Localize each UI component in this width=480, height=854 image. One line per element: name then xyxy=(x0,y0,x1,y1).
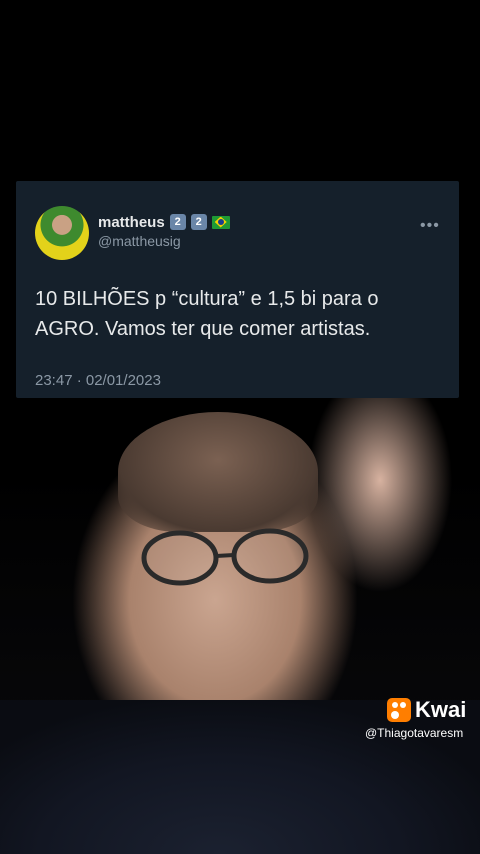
tweet-text: 10 BILHÕES p “cultura” e 1,5 bi para o A… xyxy=(35,288,379,340)
kwai-logo-icon xyxy=(387,698,411,722)
person-shirt xyxy=(0,700,480,854)
user-avatar[interactable] xyxy=(35,206,89,260)
more-dots-icon[interactable]: ••• xyxy=(420,217,440,235)
brazil-flag-icon xyxy=(211,215,230,229)
kwai-username: @Thiagotavaresm xyxy=(365,726,464,740)
tweet-timestamp: 23:47 · 02/01/2023 xyxy=(35,372,161,389)
user-line: mattheus 2 2 xyxy=(98,212,230,232)
kwai-brand-text: Kwai xyxy=(415,697,467,722)
tweet-card[interactable]: mattheus 2 2 @mattheusig ••• 10 BILHÕES … xyxy=(16,181,459,398)
number-badge: 2 xyxy=(169,214,186,230)
person-hair xyxy=(118,412,318,532)
person-glasses xyxy=(141,528,309,586)
kwai-watermark: Kwai xyxy=(387,697,466,723)
number-badge: 2 xyxy=(190,214,207,230)
user-handle[interactable]: @mattheusig xyxy=(98,233,181,249)
user-name[interactable]: mattheus xyxy=(98,214,165,231)
